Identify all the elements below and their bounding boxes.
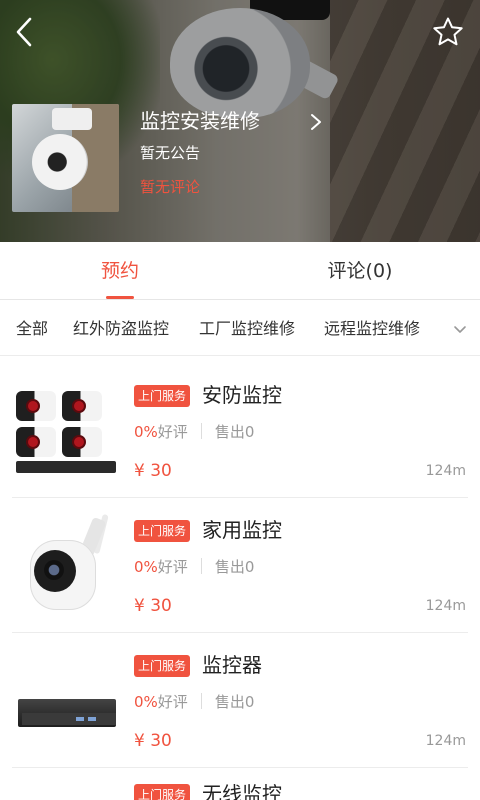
rating-percent: 0% bbox=[134, 423, 158, 441]
shop-notice: 暂无公告 bbox=[140, 144, 201, 162]
stats-divider bbox=[200, 558, 202, 574]
active-tab-indicator bbox=[106, 296, 134, 299]
service-distance: 124m bbox=[425, 463, 466, 479]
chevron-right-icon bbox=[311, 114, 321, 130]
rating-percent: 0% bbox=[134, 558, 158, 576]
stats-divider bbox=[200, 423, 202, 439]
sold-count: 售出0 bbox=[214, 423, 255, 441]
category-filter-bar: 全部 红外防盗监控 工厂监控维修 远程监控维修 bbox=[0, 301, 480, 356]
service-title: 监控器 bbox=[202, 653, 262, 677]
service-price: ¥ 30 bbox=[134, 461, 172, 481]
service-item[interactable]: 上门服务 监控器 0%好评 售出0 ¥ 30 124m bbox=[0, 633, 480, 768]
chevron-left-icon bbox=[16, 17, 32, 47]
service-distance: 124m bbox=[425, 598, 466, 614]
service-distance: 124m bbox=[425, 733, 466, 749]
tab-booking[interactable]: 预约 bbox=[80, 242, 160, 300]
star-outline-icon bbox=[433, 17, 463, 46]
shop-review-status: 暂无评论 bbox=[140, 178, 201, 196]
service-image-nvr bbox=[12, 647, 120, 755]
service-price: ¥ 30 bbox=[134, 731, 172, 751]
sold-count: 售出0 bbox=[214, 693, 255, 711]
service-tag: 上门服务 bbox=[134, 655, 191, 677]
item-divider bbox=[12, 767, 468, 768]
service-title: 无线监控 bbox=[202, 782, 282, 800]
service-stats: 0%好评 售出0 bbox=[134, 421, 254, 443]
stats-divider bbox=[200, 693, 202, 709]
service-image-home-camera bbox=[12, 512, 120, 620]
service-price: ¥ 30 bbox=[134, 596, 172, 616]
sold-count: 售出0 bbox=[214, 558, 255, 576]
rating-percent: 0% bbox=[134, 693, 158, 711]
service-tag: 上门服务 bbox=[134, 385, 191, 407]
favorite-button[interactable] bbox=[428, 12, 468, 52]
shop-name[interactable]: 监控安装维修 bbox=[140, 105, 260, 137]
service-title: 家用监控 bbox=[202, 518, 282, 542]
category-expand-button[interactable] bbox=[450, 319, 470, 339]
service-item[interactable]: 上门服务 安防监控 0%好评 售出0 ¥ 30 124m bbox=[0, 363, 480, 498]
shop-detail-arrow[interactable] bbox=[308, 112, 324, 132]
category-factory-repair[interactable]: 工厂监控维修 bbox=[199, 301, 295, 356]
service-stats: 0%好评 售出0 bbox=[134, 556, 254, 578]
service-title: 安防监控 bbox=[202, 383, 282, 407]
tab-bar: 预约 评论(0) bbox=[0, 242, 480, 300]
rating-label: 好评 bbox=[157, 693, 188, 711]
rating-label: 好评 bbox=[157, 423, 188, 441]
shop-logo-image bbox=[12, 104, 119, 212]
back-button[interactable] bbox=[6, 12, 42, 52]
tab-reviews[interactable]: 评论(0) bbox=[320, 242, 400, 300]
category-remote-repair[interactable]: 远程监控维修 bbox=[324, 301, 420, 356]
category-all[interactable]: 全部 bbox=[16, 301, 48, 356]
service-tag: 上门服务 bbox=[134, 520, 191, 542]
service-item[interactable]: 上门服务 家用监控 0%好评 售出0 ¥ 30 124m bbox=[0, 498, 480, 633]
service-stats: 0%好评 售出0 bbox=[134, 691, 254, 713]
service-item[interactable]: 上门服务 无线监控 bbox=[0, 770, 480, 800]
service-tag: 上门服务 bbox=[134, 784, 191, 800]
category-infrared-security[interactable]: 红外防盗监控 bbox=[73, 301, 169, 356]
chevron-down-icon bbox=[454, 326, 466, 333]
rating-label: 好评 bbox=[157, 558, 188, 576]
shop-header-banner: 监控安装维修 暂无公告 暂无评论 bbox=[0, 0, 480, 242]
service-image-bullet-cameras bbox=[12, 377, 120, 485]
